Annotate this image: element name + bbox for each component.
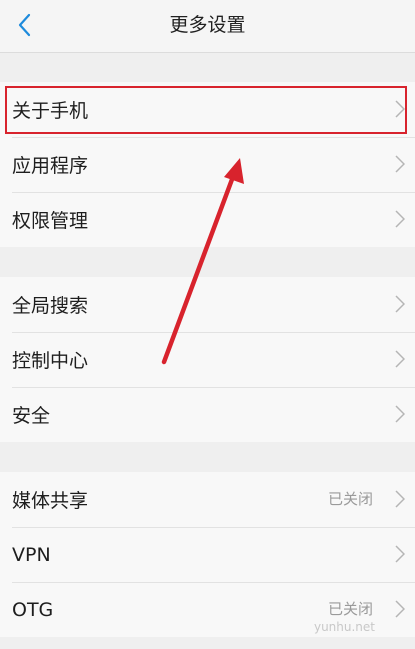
row-global-search[interactable]: 全局搜索 xyxy=(0,277,415,332)
settings-group-3: 媒体共享 已关闭 VPN OTG 已关闭 xyxy=(0,472,415,637)
row-label: VPN xyxy=(12,543,51,566)
page-title: 更多设置 xyxy=(169,14,246,36)
settings-group-1: 关于手机 应用程序 权限管理 xyxy=(0,82,415,247)
chevron-right-icon xyxy=(395,490,405,508)
chevron-right-icon xyxy=(395,545,405,563)
chevron-right-icon xyxy=(395,100,405,118)
row-applications[interactable]: 应用程序 xyxy=(0,137,415,192)
chevron-right-icon xyxy=(395,295,405,313)
top-bar: 更多设置 xyxy=(0,0,415,53)
row-label: 控制中心 xyxy=(12,350,89,372)
row-label: 权限管理 xyxy=(12,210,89,232)
chevron-right-icon xyxy=(395,350,405,368)
row-label: 媒体共享 xyxy=(12,490,89,512)
settings-group-2: 全局搜索 控制中心 安全 xyxy=(0,277,415,442)
row-label: 全局搜索 xyxy=(12,295,89,317)
row-control-center[interactable]: 控制中心 xyxy=(0,332,415,387)
row-about-phone[interactable]: 关于手机 xyxy=(0,82,415,137)
row-media-sharing[interactable]: 媒体共享 已关闭 xyxy=(0,472,415,527)
chevron-right-icon xyxy=(395,600,405,618)
chevron-right-icon xyxy=(395,405,405,423)
watermark-text: yunhu.net xyxy=(313,620,375,634)
row-label: 应用程序 xyxy=(12,155,89,177)
row-label: 关于手机 xyxy=(12,100,89,122)
row-vpn[interactable]: VPN xyxy=(0,527,415,582)
row-label: OTG xyxy=(12,598,54,621)
chevron-right-icon xyxy=(395,155,405,173)
row-permissions[interactable]: 权限管理 xyxy=(0,192,415,247)
chevron-right-icon xyxy=(395,210,405,228)
row-label: 安全 xyxy=(12,405,51,427)
row-security[interactable]: 安全 xyxy=(0,387,415,442)
status-value: 已关闭 xyxy=(327,490,373,508)
